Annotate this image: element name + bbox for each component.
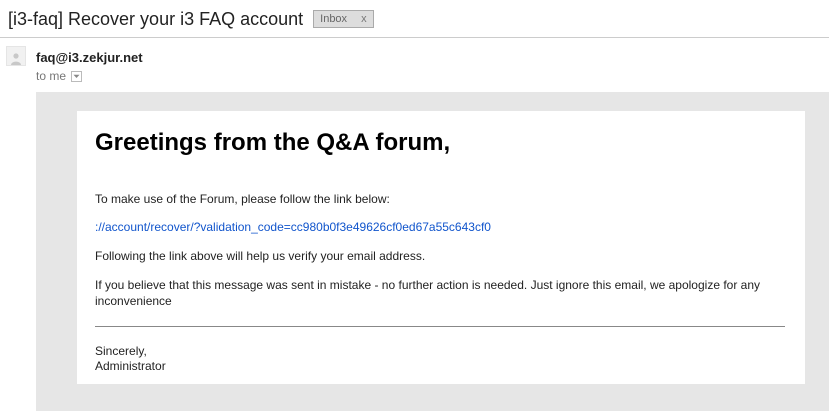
intro-text: To make use of the Forum, please follow … [95,192,390,206]
header-divider [0,37,829,38]
default-avatar-icon [6,46,26,66]
inbox-label[interactable]: Inbox x [313,10,374,28]
chevron-down-icon[interactable] [71,70,83,82]
signature-divider [95,326,785,327]
greeting-heading: Greetings from the Q&A forum, [95,129,451,156]
subject-row: [i3-faq] Recover your i3 FAQ account Inb… [8,6,374,32]
remove-label-icon[interactable]: x [361,13,367,25]
recovery-link[interactable]: ://account/recover/?validation_code=cc98… [95,220,491,234]
mistake-text: If you believe that this message was sen… [95,278,761,308]
email-subject: [i3-faq] Recover your i3 FAQ account [8,8,304,29]
sender-address[interactable]: faq@i3.zekjur.net [36,50,143,65]
closing-text: Sincerely, [95,344,147,358]
recipient-text: to me [36,69,67,83]
message-card: Greetings from the Q&A forum, To make us… [77,111,805,384]
signature-text: Administrator [95,359,166,373]
verify-text: Following the link above will help us ve… [95,249,426,263]
recipient-row: to me [36,69,83,83]
inbox-label-text: Inbox [320,13,348,25]
email-view: [i3-faq] Recover your i3 FAQ account Inb… [0,0,829,411]
